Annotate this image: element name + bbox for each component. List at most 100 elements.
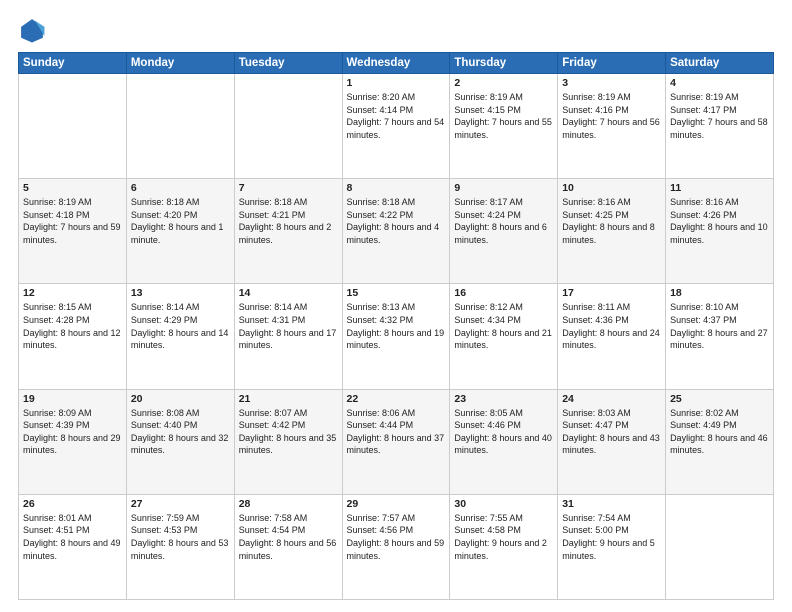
day-number: 21 [239,393,338,405]
day-cell: 6 Sunrise: 8:18 AM Sunset: 4:20 PM Daylig… [126,179,234,284]
day-info: Sunrise: 8:16 AM Sunset: 4:25 PM Dayligh… [562,196,661,246]
day-number: 10 [562,182,661,194]
day-info: Sunrise: 8:18 AM Sunset: 4:22 PM Dayligh… [347,196,446,246]
day-number: 23 [454,393,553,405]
day-cell [666,494,774,599]
day-info: Sunrise: 8:01 AM Sunset: 4:51 PM Dayligh… [23,512,122,562]
day-info: Sunrise: 8:18 AM Sunset: 4:21 PM Dayligh… [239,196,338,246]
day-number: 17 [562,287,661,299]
day-cell: 21 Sunrise: 8:07 AM Sunset: 4:42 PM Dayli… [234,389,342,494]
day-number: 22 [347,393,446,405]
day-cell: 18 Sunrise: 8:10 AM Sunset: 4:37 PM Dayli… [666,284,774,389]
day-number: 6 [131,182,230,194]
day-cell: 16 Sunrise: 8:12 AM Sunset: 4:34 PM Dayli… [450,284,558,389]
day-number: 15 [347,287,446,299]
logo-icon [18,16,46,44]
day-cell: 3 Sunrise: 8:19 AM Sunset: 4:16 PM Daylig… [558,74,666,179]
day-cell: 1 Sunrise: 8:20 AM Sunset: 4:14 PM Daylig… [342,74,450,179]
day-cell: 25 Sunrise: 8:02 AM Sunset: 4:49 PM Dayli… [666,389,774,494]
day-number: 4 [670,77,769,89]
day-info: Sunrise: 8:14 AM Sunset: 4:31 PM Dayligh… [239,301,338,351]
day-cell: 4 Sunrise: 8:19 AM Sunset: 4:17 PM Daylig… [666,74,774,179]
day-cell: 5 Sunrise: 8:19 AM Sunset: 4:18 PM Daylig… [19,179,127,284]
day-info: Sunrise: 8:17 AM Sunset: 4:24 PM Dayligh… [454,196,553,246]
day-number: 31 [562,498,661,510]
day-number: 11 [670,182,769,194]
week-row-5: 26 Sunrise: 8:01 AM Sunset: 4:51 PM Dayli… [19,494,774,599]
day-info: Sunrise: 8:20 AM Sunset: 4:14 PM Dayligh… [347,91,446,141]
day-number: 19 [23,393,122,405]
week-row-1: 1 Sunrise: 8:20 AM Sunset: 4:14 PM Daylig… [19,74,774,179]
day-info: Sunrise: 8:06 AM Sunset: 4:44 PM Dayligh… [347,407,446,457]
day-header-friday: Friday [558,53,666,74]
day-info: Sunrise: 8:12 AM Sunset: 4:34 PM Dayligh… [454,301,553,351]
day-number: 27 [131,498,230,510]
day-number: 26 [23,498,122,510]
day-cell: 27 Sunrise: 7:59 AM Sunset: 4:53 PM Dayli… [126,494,234,599]
day-info: Sunrise: 8:05 AM Sunset: 4:46 PM Dayligh… [454,407,553,457]
day-number: 3 [562,77,661,89]
day-number: 28 [239,498,338,510]
day-number: 24 [562,393,661,405]
day-number: 12 [23,287,122,299]
header-row: SundayMondayTuesdayWednesdayThursdayFrid… [19,53,774,74]
day-info: Sunrise: 8:18 AM Sunset: 4:20 PM Dayligh… [131,196,230,246]
day-header-thursday: Thursday [450,53,558,74]
day-cell: 2Sunrise: 8:19 AM Sunset: 4:15 PM Daylig… [450,74,558,179]
day-cell: 11 Sunrise: 8:16 AM Sunset: 4:26 PM Dayli… [666,179,774,284]
day-number: 1 [347,77,446,89]
day-cell: 28 Sunrise: 7:58 AM Sunset: 4:54 PM Dayli… [234,494,342,599]
week-row-4: 19Sunrise: 8:09 AM Sunset: 4:39 PM Dayli… [19,389,774,494]
day-cell [19,74,127,179]
day-number: 18 [670,287,769,299]
day-cell: 29 Sunrise: 7:57 AM Sunset: 4:56 PM Dayli… [342,494,450,599]
day-number: 5 [23,182,122,194]
day-number: 16 [454,287,553,299]
day-info: Sunrise: 7:55 AM Sunset: 4:58 PM Dayligh… [454,512,553,562]
day-cell: 30 Sunrise: 7:55 AM Sunset: 4:58 PM Dayli… [450,494,558,599]
day-info: Sunrise: 7:59 AM Sunset: 4:53 PM Dayligh… [131,512,230,562]
day-cell: 23 Sunrise: 8:05 AM Sunset: 4:46 PM Dayli… [450,389,558,494]
day-info: Sunrise: 8:19 AM Sunset: 4:17 PM Dayligh… [670,91,769,141]
day-cell: 10 Sunrise: 8:16 AM Sunset: 4:25 PM Dayli… [558,179,666,284]
day-info: Sunrise: 8:19 AM Sunset: 4:18 PM Dayligh… [23,196,122,246]
day-header-wednesday: Wednesday [342,53,450,74]
day-info: Sunrise: 8:15 AM Sunset: 4:28 PM Dayligh… [23,301,122,351]
day-info: Sunrise: 7:54 AM Sunset: 5:00 PM Dayligh… [562,512,661,562]
logo [18,16,50,44]
day-number: 13 [131,287,230,299]
day-info: Sunrise: 7:57 AM Sunset: 4:56 PM Dayligh… [347,512,446,562]
day-cell: 12 Sunrise: 8:15 AM Sunset: 4:28 PM Dayli… [19,284,127,389]
day-info: Sunrise: 8:02 AM Sunset: 4:49 PM Dayligh… [670,407,769,457]
day-cell: 31 Sunrise: 7:54 AM Sunset: 5:00 PM Dayli… [558,494,666,599]
day-info: Sunrise: 8:11 AM Sunset: 4:36 PM Dayligh… [562,301,661,351]
day-info: Sunrise: 8:10 AM Sunset: 4:37 PM Dayligh… [670,301,769,351]
day-cell [234,74,342,179]
day-number: 9 [454,182,553,194]
day-cell: 17 Sunrise: 8:11 AM Sunset: 4:36 PM Dayli… [558,284,666,389]
day-info: Sunrise: 7:58 AM Sunset: 4:54 PM Dayligh… [239,512,338,562]
week-row-3: 12 Sunrise: 8:15 AM Sunset: 4:28 PM Dayli… [19,284,774,389]
calendar-page: SundayMondayTuesdayWednesdayThursdayFrid… [0,0,792,612]
day-number: 20 [131,393,230,405]
day-cell: 20Sunrise: 8:08 AM Sunset: 4:40 PM Dayli… [126,389,234,494]
day-number: 7 [239,182,338,194]
day-header-sunday: Sunday [19,53,127,74]
day-info: Sunrise: 8:07 AM Sunset: 4:42 PM Dayligh… [239,407,338,457]
day-header-tuesday: Tuesday [234,53,342,74]
day-info: Sunrise: 8:16 AM Sunset: 4:26 PM Dayligh… [670,196,769,246]
day-cell: 26 Sunrise: 8:01 AM Sunset: 4:51 PM Dayli… [19,494,127,599]
day-info: Sunrise: 8:19 AM Sunset: 4:15 PM Dayligh… [454,91,553,141]
day-header-monday: Monday [126,53,234,74]
day-cell [126,74,234,179]
day-number: 29 [347,498,446,510]
calendar-table: SundayMondayTuesdayWednesdayThursdayFrid… [18,52,774,600]
day-number: 25 [670,393,769,405]
day-info: Sunrise: 8:14 AM Sunset: 4:29 PM Dayligh… [131,301,230,351]
day-number: 14 [239,287,338,299]
header [18,16,774,44]
day-cell: 24Sunrise: 8:03 AM Sunset: 4:47 PM Dayli… [558,389,666,494]
day-info: Sunrise: 8:19 AM Sunset: 4:16 PM Dayligh… [562,91,661,141]
day-info: Sunrise: 8:13 AM Sunset: 4:32 PM Dayligh… [347,301,446,351]
day-number: 30 [454,498,553,510]
